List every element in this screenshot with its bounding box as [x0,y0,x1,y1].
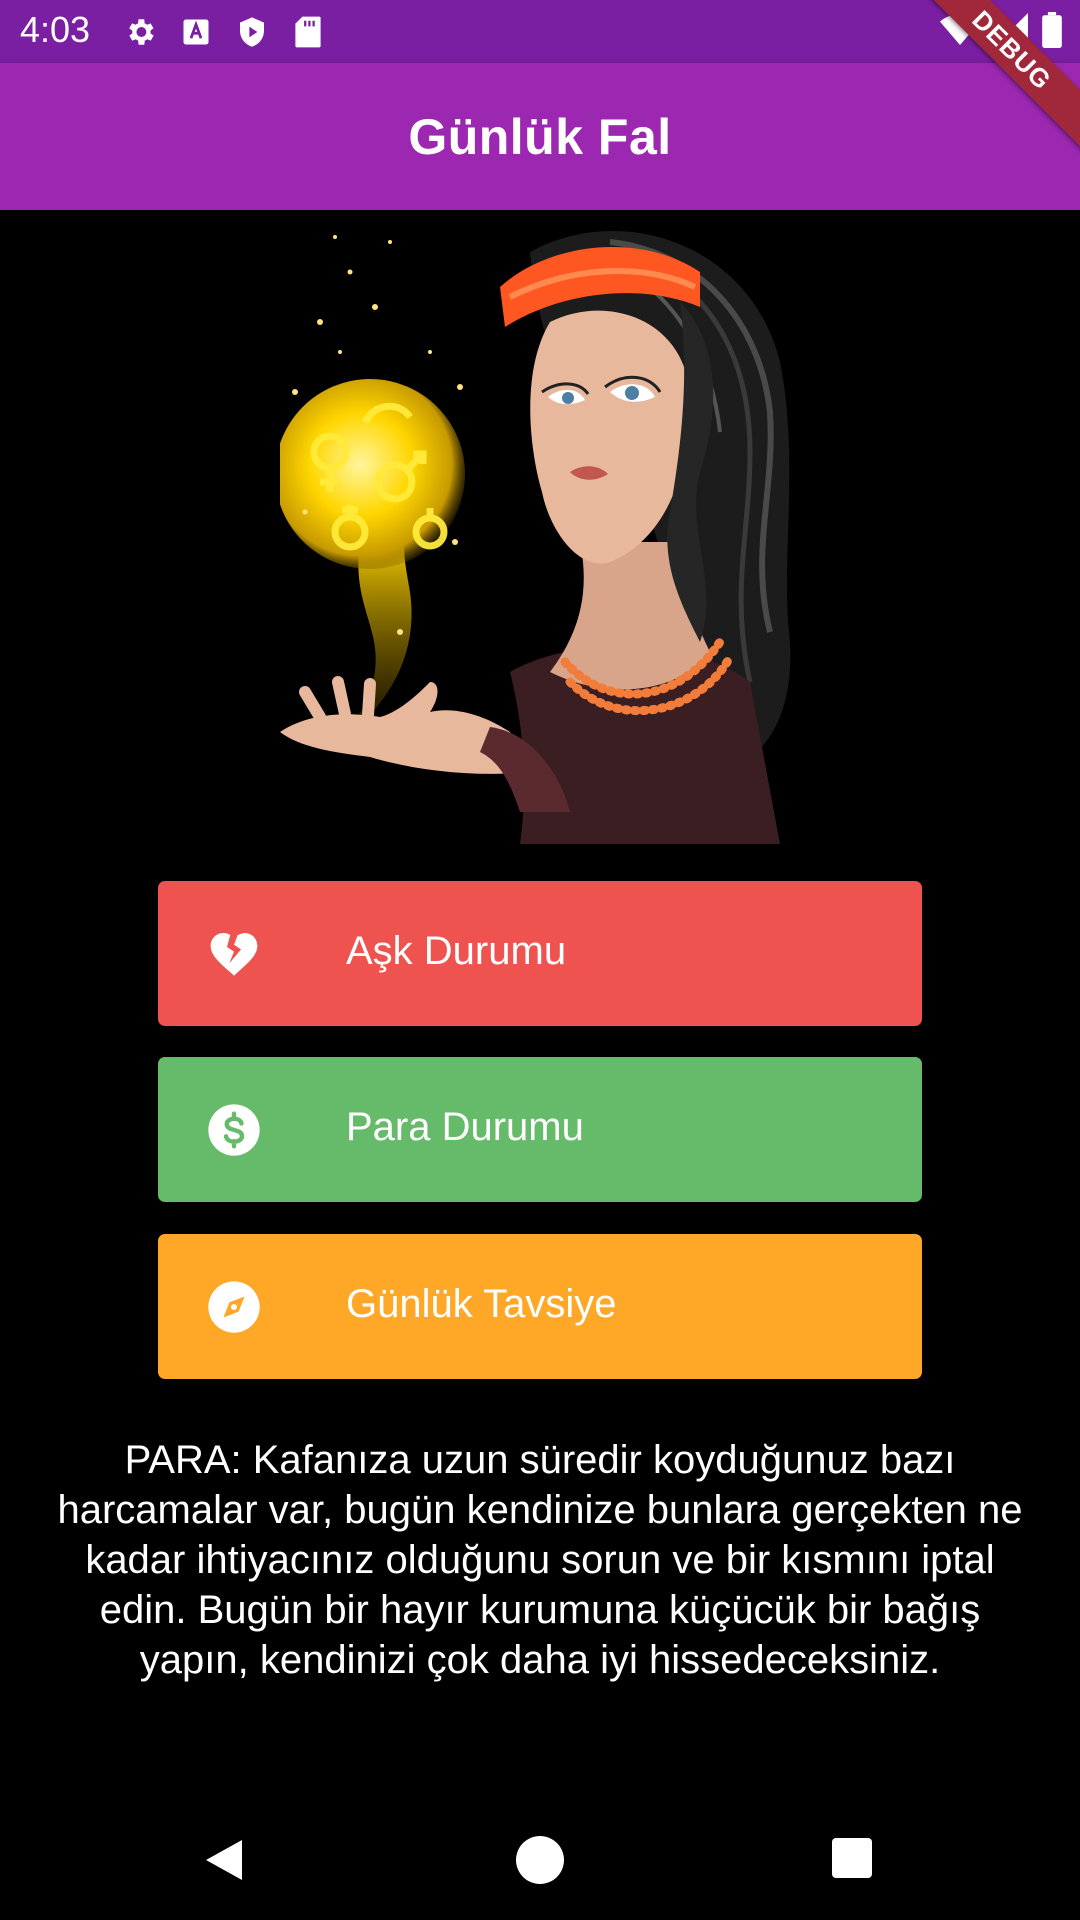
status-icons-left [122,14,326,50]
battery-icon [1042,12,1062,53]
status-bar: 4:03 [0,0,1080,63]
para-durumu-label: Para Durumu [346,1105,584,1149]
para-durumu-button[interactable]: Para Durumu [158,1057,922,1202]
recents-icon[interactable] [830,1836,878,1884]
fortune-text: PARA: Kafanıza uzun süredir koyduğunuz b… [57,1438,1023,1682]
gear-icon [122,14,158,50]
broken-heart-icon [206,926,262,982]
navigation-bar [0,1800,1080,1920]
app-bar: Günlük Fal [0,63,1080,210]
page-title: Günlük Fal [408,108,672,165]
fortune-teller-illustration [275,212,800,844]
gunluk-tavsiye-button[interactable]: Günlük Tavsiye [158,1234,922,1379]
gunluk-tavsiye-label: Günlük Tavsiye [346,1282,617,1326]
ask-durumu-label: Aşk Durumu [346,929,567,973]
ask-durumu-button[interactable]: Aşk Durumu [158,881,922,1026]
dollar-circle-icon [206,1102,262,1158]
shield-play-icon [234,14,270,50]
back-icon[interactable] [202,1836,250,1884]
sd-card-icon [290,14,326,50]
compass-icon [206,1279,262,1335]
status-time: 4:03 [20,9,91,50]
home-icon[interactable] [516,1836,564,1884]
text-a-icon [178,14,214,50]
